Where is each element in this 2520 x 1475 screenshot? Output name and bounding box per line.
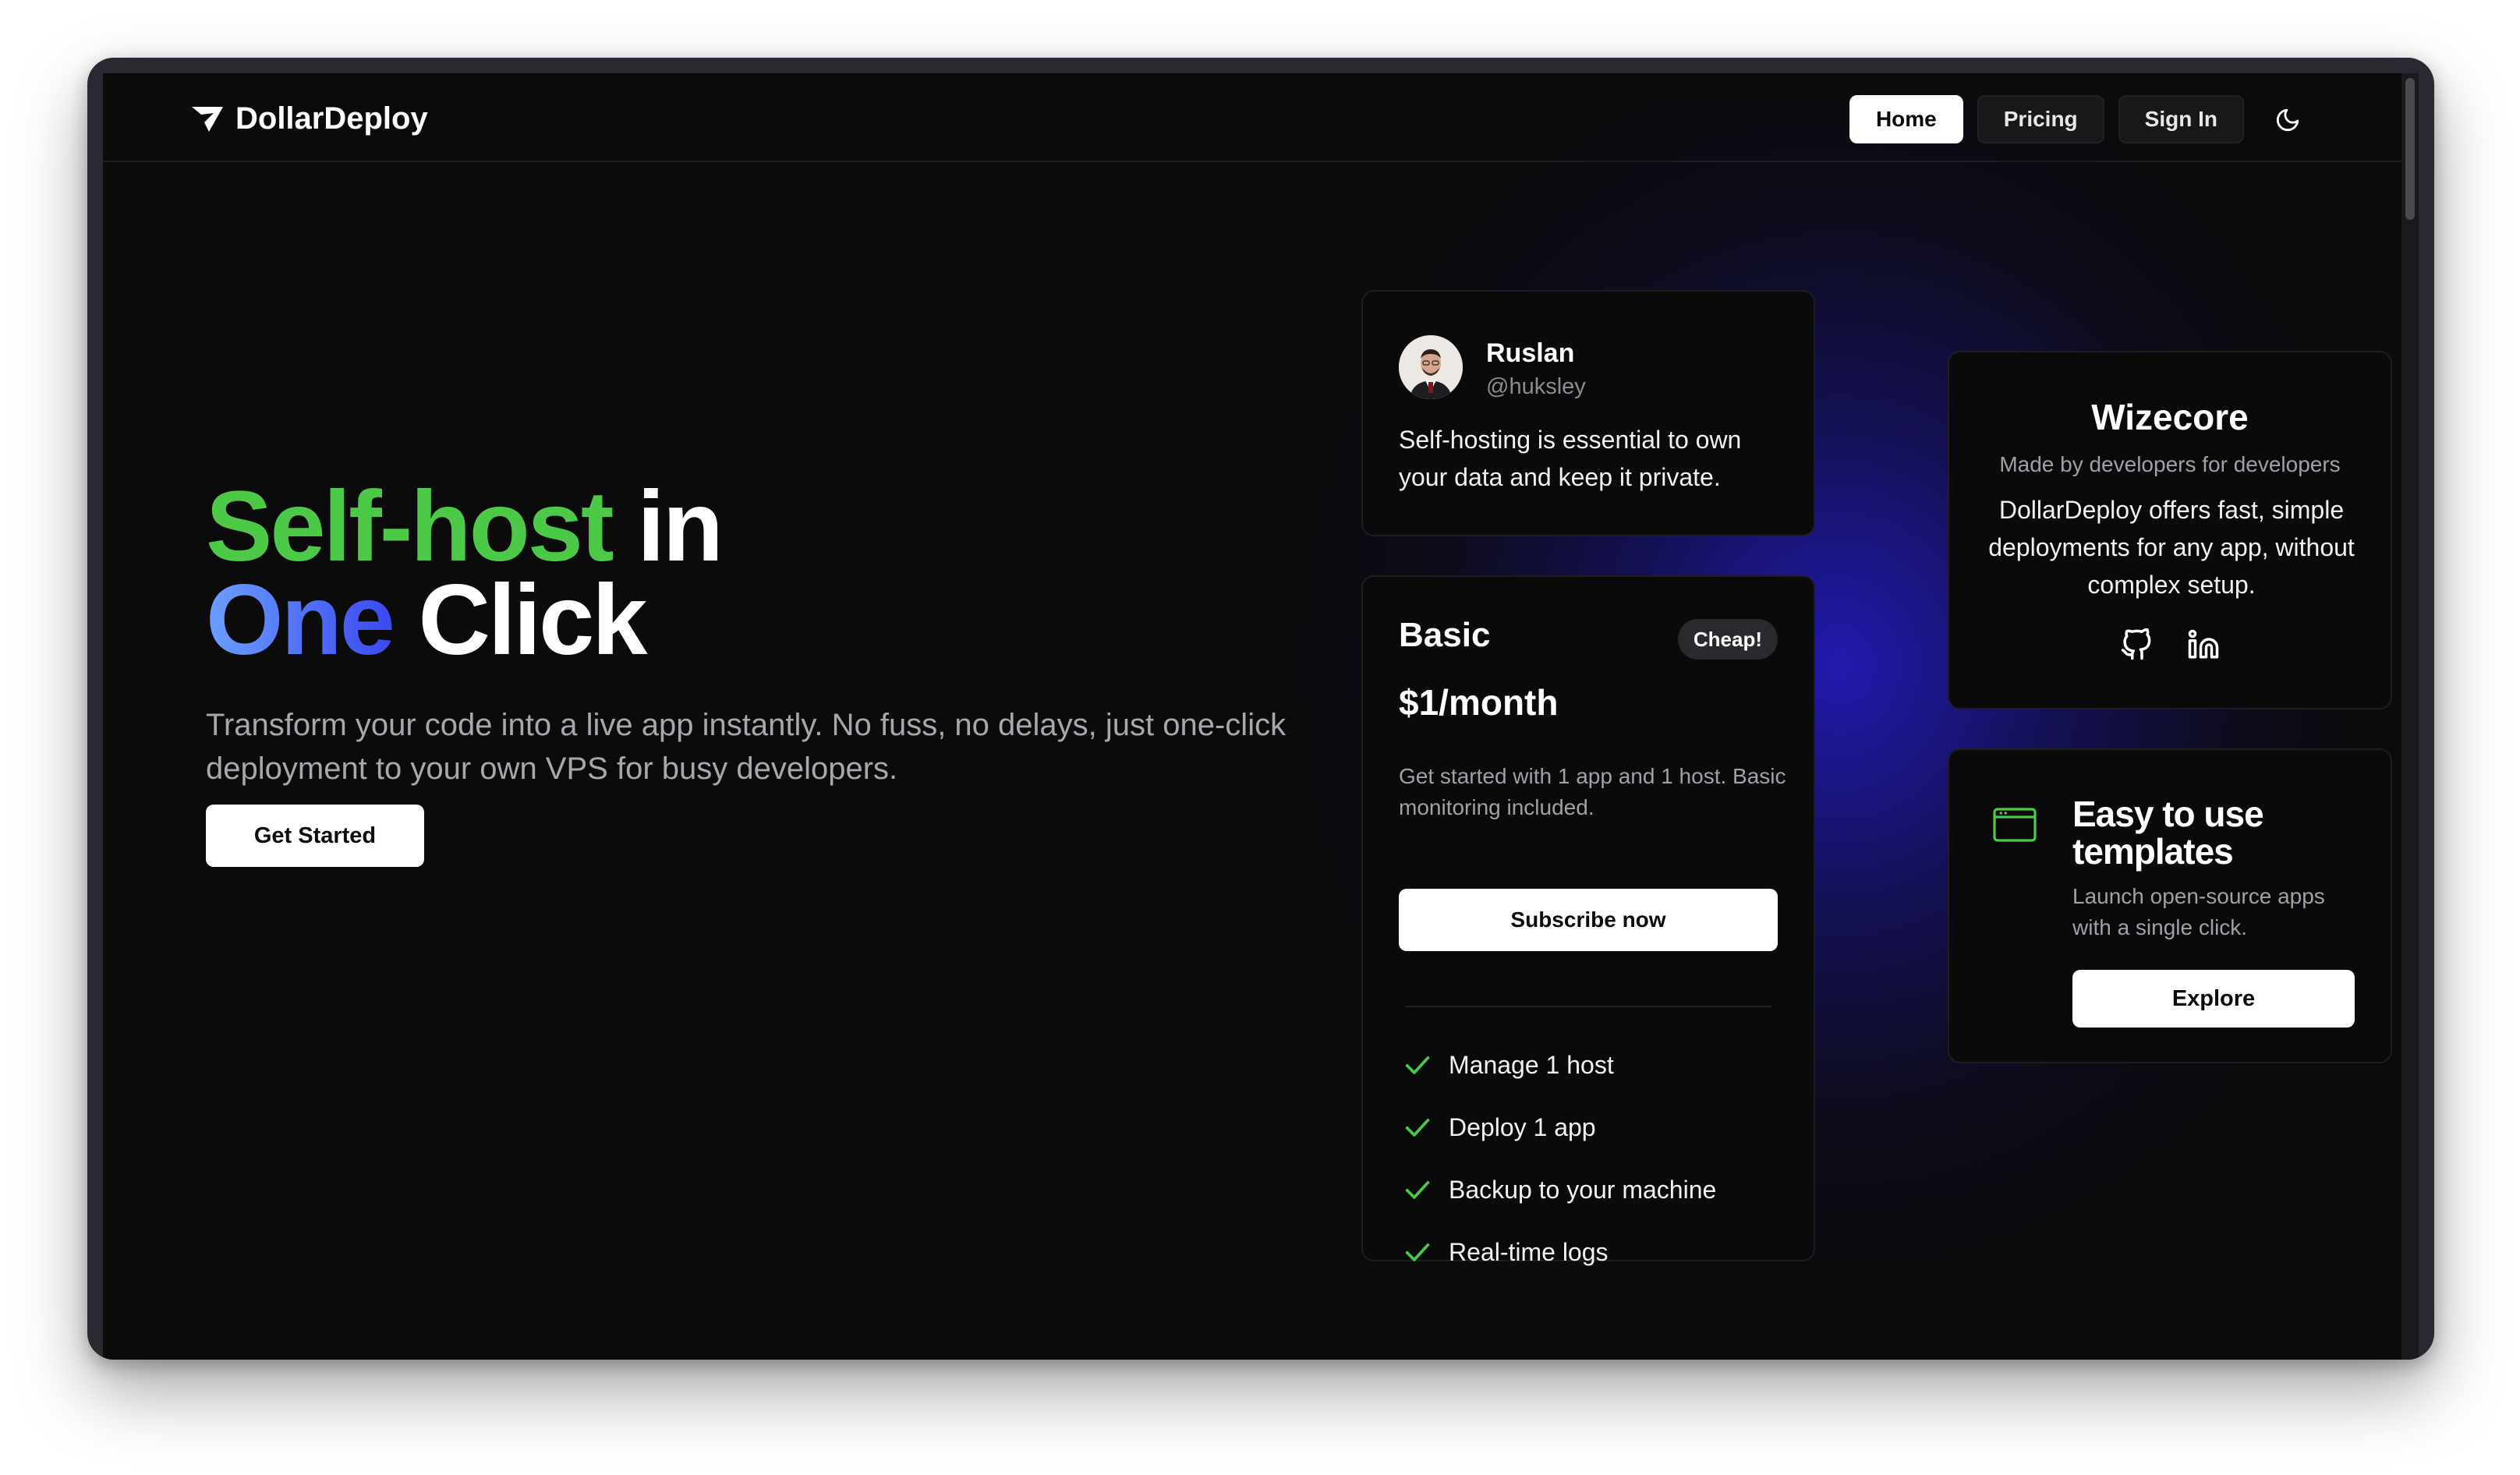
linkedin-icon — [2188, 629, 2219, 659]
divider — [1405, 1006, 1771, 1007]
list-item: Manage 1 host — [1402, 1034, 1716, 1096]
check-icon — [1405, 1056, 1430, 1074]
github-icon — [2121, 628, 2151, 660]
list-item: Deploy 1 app — [1402, 1096, 1716, 1158]
hero-title-click: Click — [392, 564, 648, 676]
wizecore-card: Wizecore Made by developers for develope… — [1948, 351, 2392, 709]
linkedin-link[interactable] — [2186, 627, 2221, 663]
scrollbar[interactable] — [2401, 73, 2419, 1360]
templates-card: Easy to use templates Launch open-source… — [1948, 748, 2392, 1063]
templates-title: Easy to use templates — [2072, 794, 2264, 872]
hero-title: Self-host in One Click — [206, 477, 724, 670]
browser-window: DollarDeploy Home Pricing Sign In Self-h… — [87, 58, 2434, 1360]
testimonial-card: Ruslan @huksley Self-hosting is essentia… — [1361, 290, 1815, 536]
nav-buttons: Home Pricing Sign In — [1849, 95, 2244, 143]
social-links — [1949, 627, 2391, 663]
feature-label: Real-time logs — [1449, 1237, 1609, 1266]
templates-description: Launch open-source apps with a single cl… — [2072, 884, 2325, 939]
plan-price: $1/month — [1399, 682, 1559, 723]
list-item: Backup to your machine — [1402, 1158, 1716, 1221]
get-started-button[interactable]: Get Started — [206, 805, 424, 867]
theme-toggle-button[interactable] — [2269, 101, 2306, 139]
wizecore-tagline: Made by developers for developers — [1999, 452, 2341, 476]
pricing-card: Basic Cheap! $1/month Get started with 1… — [1361, 575, 1815, 1266]
status-badge: Cheap! — [1677, 619, 1778, 660]
wizecore-description: DollarDeploy offers fast, simple deploym… — [1988, 496, 2355, 599]
testimonial-handle[interactable]: @huksley — [1486, 374, 1586, 400]
moon-icon — [2276, 108, 2299, 132]
brand-logo[interactable]: DollarDeploy — [190, 101, 428, 136]
nav-pricing-button[interactable]: Pricing — [1977, 95, 2104, 143]
explore-button[interactable]: Explore — [2072, 970, 2355, 1028]
list-item: Real-time logs — [1402, 1221, 1716, 1283]
browser-window-icon — [1993, 808, 2037, 842]
scrollbar-thumb[interactable] — [2405, 78, 2415, 220]
plan-description: Get started with 1 app and 1 host. Basic… — [1399, 764, 1786, 819]
check-icon — [1405, 1181, 1430, 1199]
feature-label: Deploy 1 app — [1449, 1112, 1596, 1141]
dollardeploy-logo-icon — [192, 106, 223, 132]
top-nav: DollarDeploy Home Pricing Sign In — [103, 73, 2403, 162]
avatar — [1399, 335, 1463, 399]
check-icon — [1405, 1243, 1430, 1261]
nav-home-button[interactable]: Home — [1849, 95, 1963, 143]
feature-list: Manage 1 host Deploy 1 app Backup to you… — [1402, 1034, 1716, 1283]
page-viewport: DollarDeploy Home Pricing Sign In Self-h… — [103, 73, 2419, 1360]
testimonial-name: Ruslan — [1486, 338, 1575, 368]
brand-name: DollarDeploy — [235, 101, 428, 136]
subscribe-button[interactable]: Subscribe now — [1399, 889, 1778, 951]
hero-title-one: One — [206, 564, 395, 676]
check-icon — [1405, 1119, 1430, 1137]
feature-label: Backup to your machine — [1449, 1175, 1717, 1204]
feature-label: Manage 1 host — [1449, 1050, 1614, 1079]
testimonial-quote: Self-hosting is essential to own your da… — [1399, 426, 1742, 491]
github-link[interactable] — [2118, 627, 2154, 663]
hero-subtitle: Transform your code into a live app inst… — [206, 708, 1287, 786]
wizecore-title: Wizecore — [2091, 397, 2249, 437]
plan-name: Basic — [1399, 616, 1491, 654]
nav-signin-button[interactable]: Sign In — [2118, 95, 2244, 143]
